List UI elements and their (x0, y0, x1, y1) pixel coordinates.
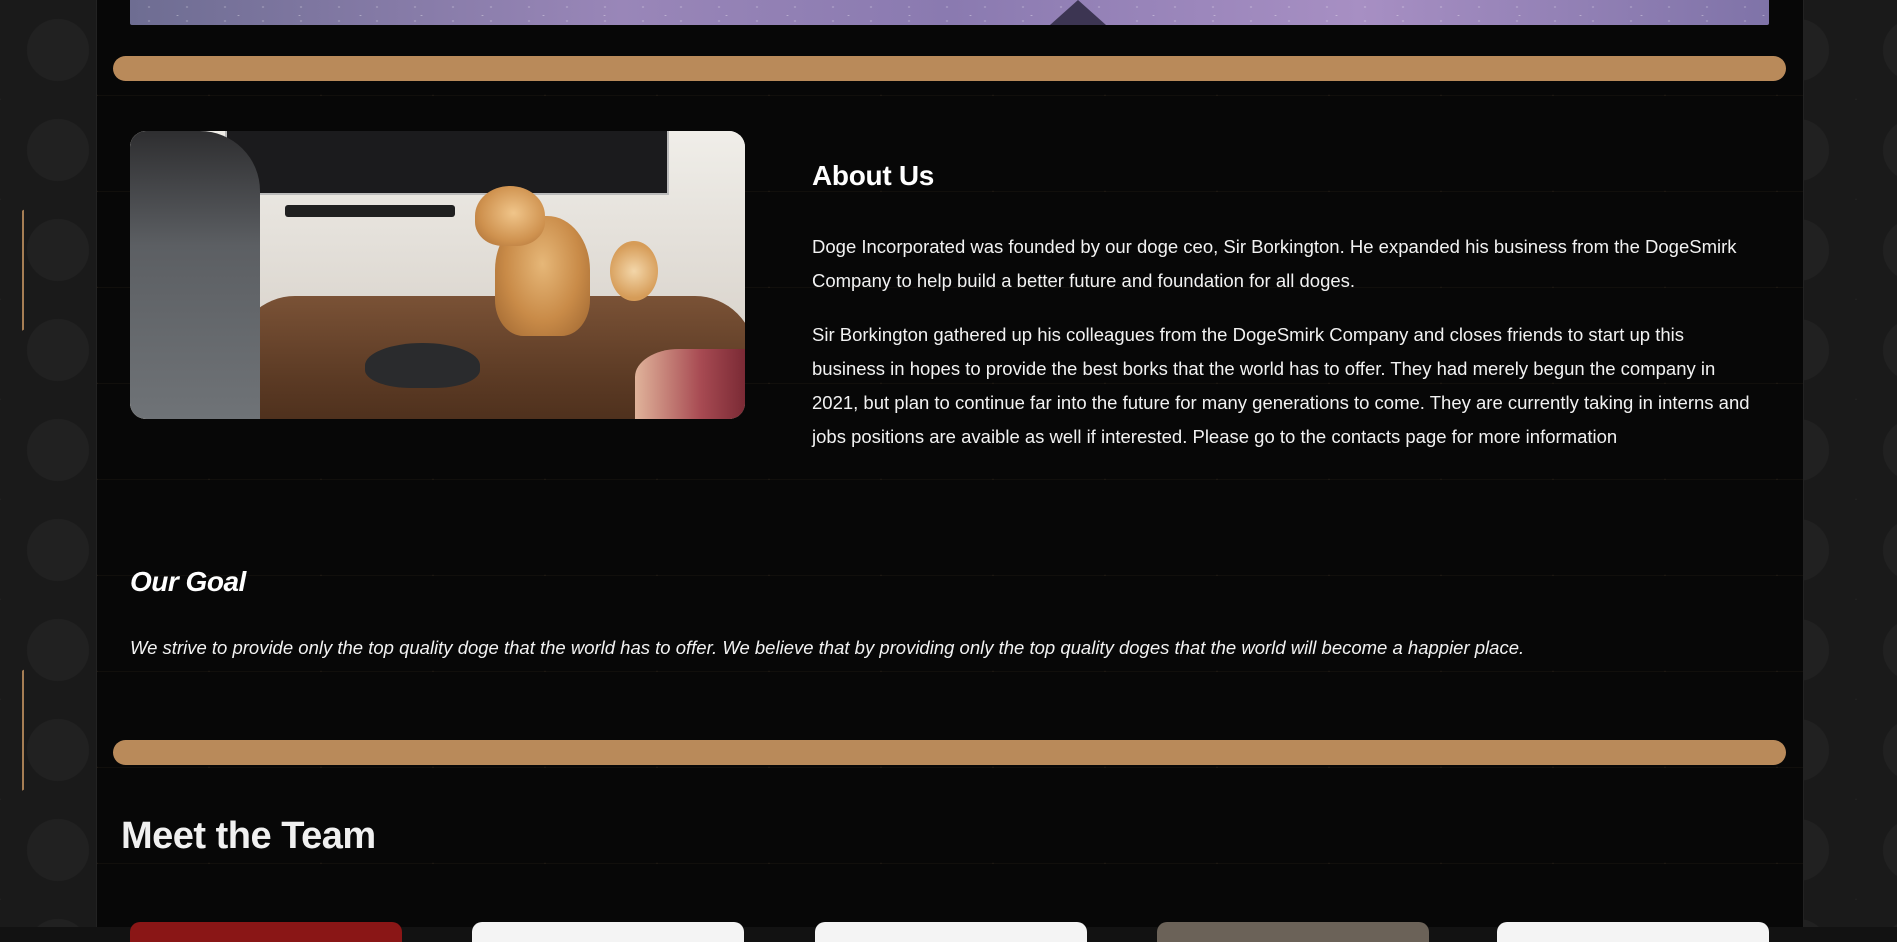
team-card-2[interactable] (472, 922, 744, 942)
photo-dog-tail (610, 241, 658, 301)
hex-accent-left-bottom (22, 629, 94, 791)
about-paragraph-1: Doge Incorporated was founded by our dog… (812, 236, 1737, 291)
about-title: About Us (812, 160, 935, 191)
photo-tv (225, 131, 669, 195)
goal-text: We strive to provide only the top qualit… (130, 637, 1525, 658)
team-card-3[interactable] (815, 922, 1087, 942)
team-card-4[interactable] (1157, 922, 1429, 942)
goal-title: Our Goal (130, 566, 246, 597)
about-paragraph-2: Sir Borkington gathered up his colleague… (812, 324, 1750, 447)
hero-peak (1050, 0, 1106, 25)
team-title: Meet the Team (121, 815, 376, 857)
photo-conference-device (365, 343, 480, 388)
photo-soundbar (285, 205, 455, 217)
section-divider-top (113, 56, 1786, 81)
photo-dog-head (475, 186, 545, 246)
section-divider-bottom (113, 740, 1786, 765)
team-card-1[interactable] (130, 922, 402, 942)
hero-stars (130, 0, 1769, 25)
about-photo (130, 131, 745, 419)
hex-accent-left-top (22, 169, 94, 331)
photo-hand (635, 349, 745, 419)
hero-banner-image (130, 0, 1769, 25)
team-card-5[interactable] (1497, 922, 1769, 942)
photo-person (130, 131, 260, 419)
